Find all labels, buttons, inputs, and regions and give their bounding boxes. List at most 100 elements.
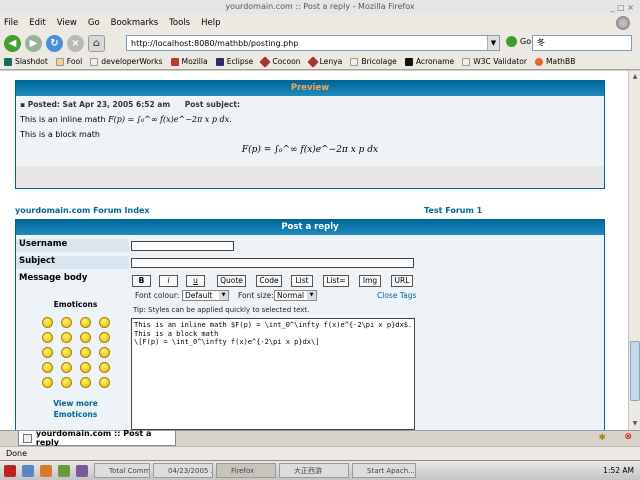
bookmark-mathbb[interactable]: MathBB [534, 57, 575, 66]
search-input[interactable]: 冬 [532, 35, 632, 51]
url-field[interactable]: http://localhost:8080/mathbb/posting.php… [126, 35, 500, 51]
quicklaunch-icon[interactable] [40, 464, 52, 477]
close-tags-link[interactable]: Close Tags [377, 291, 416, 300]
reply-form-header: Post a reply [16, 220, 604, 235]
menu-view[interactable]: View [57, 18, 77, 28]
mad-emoticon-icon[interactable] [60, 347, 72, 358]
task-start-apache[interactable]: Start Apach... [352, 463, 416, 478]
clock: 1:52 AM [603, 466, 634, 475]
bookmark-bricolage[interactable]: Bricolage [350, 57, 397, 66]
back-button[interactable]: ◀ [4, 34, 21, 52]
font-size-value: Normal [277, 291, 305, 300]
mozilla-icon [170, 57, 179, 66]
grin-emoticon-icon[interactable] [98, 317, 110, 328]
code-button[interactable]: Code [256, 275, 282, 287]
img-button[interactable]: Img [359, 275, 381, 287]
reload-button[interactable]: ↻ [46, 34, 63, 52]
url-dropdown-icon[interactable]: ▼ [487, 36, 499, 50]
font-colour-value: Default [185, 291, 213, 300]
go-button[interactable]: Go [506, 36, 531, 47]
bookmark-fool[interactable]: Fool [55, 57, 82, 66]
bookmark-cocoon[interactable]: Cocoon [259, 55, 301, 68]
view-more-emoticons-link[interactable]: View more Emoticons [28, 398, 123, 420]
question-emoticon-icon[interactable] [60, 377, 72, 388]
emoticon-row [28, 330, 123, 345]
cry-emoticon-icon[interactable] [41, 362, 53, 373]
post-subject-label: Post subject: [184, 100, 240, 109]
task-chinese-window[interactable]: 大正西游 [279, 463, 349, 478]
username-field[interactable] [131, 241, 234, 251]
scroll-up-icon[interactable]: ▲ [630, 72, 640, 82]
list-button[interactable]: List [291, 275, 313, 287]
menu-file[interactable]: File [4, 18, 18, 28]
razz-emoticon-icon[interactable] [79, 347, 91, 358]
test-forum-link[interactable]: Test Forum 1 [424, 206, 482, 215]
bookmark-mozilla[interactable]: Mozilla [170, 57, 208, 66]
bookmark-page-icon [55, 57, 64, 66]
exclaim-emoticon-icon[interactable] [41, 377, 53, 388]
shocked-emoticon-icon[interactable] [60, 332, 72, 343]
bookmark-slashdot[interactable]: Slashdot [4, 57, 48, 66]
menu-bookmarks[interactable]: Bookmarks [111, 18, 159, 28]
task-total-commander[interactable]: Total Comm... [94, 463, 150, 478]
menu-go[interactable]: Go [88, 18, 100, 28]
task-firefox[interactable]: Firefox [216, 463, 276, 478]
stop-button[interactable]: × [67, 34, 84, 52]
happy-emoticon-icon[interactable] [79, 317, 91, 328]
home-button[interactable]: ⌂ [88, 34, 105, 52]
surprised-emoticon-icon[interactable] [41, 332, 53, 343]
close-tab-icon[interactable]: ⊗ [624, 432, 632, 442]
twisted-emoticon-icon[interactable] [79, 362, 91, 373]
underline-button[interactable]: u [186, 275, 205, 287]
bookmark-page-icon [462, 57, 471, 66]
quicklaunch-icon[interactable] [58, 464, 70, 477]
quote-button[interactable]: Quote [217, 275, 246, 287]
bookmark-acroname[interactable]: Acroname [404, 57, 454, 66]
evil-emoticon-icon[interactable] [60, 362, 72, 373]
scroll-down-icon[interactable]: ▼ [630, 419, 640, 429]
reply-form: Post a reply Username Subject Message bo… [15, 219, 605, 430]
bookmark-eclipse[interactable]: Eclipse [215, 57, 253, 66]
font-colour-select[interactable]: Default ▼ [182, 290, 229, 301]
window-controls[interactable]: _ □ × [611, 1, 634, 15]
italic-button[interactable]: i [159, 275, 178, 287]
biggrin-emoticon-icon[interactable] [60, 317, 72, 328]
font-size-select[interactable]: Normal ▼ [274, 290, 317, 301]
message-textarea[interactable]: This is an inline math $F(p) = \int_0^\i… [131, 318, 415, 430]
url-button[interactable]: URL [391, 275, 413, 287]
breadcrumb: yourdomain.com Forum Index Test Forum 1 [15, 206, 605, 215]
start-icon[interactable] [4, 464, 16, 477]
emoticons-panel: Emoticons View more Emoticons [28, 300, 123, 420]
quicklaunch-icon[interactable] [76, 464, 88, 477]
bold-button[interactable]: B [132, 275, 151, 287]
bookmark-w3c-validator[interactable]: W3C Validator [462, 57, 527, 66]
lol-emoticon-icon[interactable] [41, 347, 53, 358]
menu-help[interactable]: Help [201, 18, 220, 28]
extension-icon[interactable]: ✱ [598, 433, 606, 443]
tab-post-a-reply[interactable]: yourdomain.com :: Post a reply [18, 429, 176, 447]
forum-index-link[interactable]: yourdomain.com Forum Index [15, 206, 150, 215]
quicklaunch-icon[interactable] [22, 464, 34, 477]
embarrassed-emoticon-icon[interactable] [98, 347, 110, 358]
window-title: yourdomain.com :: Post a reply - Mozilla… [225, 2, 415, 11]
task-date-window[interactable]: 04/23/2005 ... [153, 463, 213, 478]
forward-button[interactable]: ▶ [25, 34, 42, 52]
bookmark-developerworks[interactable]: developerWorks [90, 57, 163, 66]
scrollbar-thumb[interactable] [630, 341, 640, 401]
confused-emoticon-icon[interactable] [79, 332, 91, 343]
emoticon-row [28, 360, 123, 375]
idea-emoticon-icon[interactable] [79, 377, 91, 388]
cool-emoticon-icon[interactable] [98, 332, 110, 343]
smile-emoticon-icon[interactable] [41, 317, 53, 328]
subject-field[interactable] [131, 258, 414, 268]
list-numbered-button[interactable]: List= [323, 275, 349, 287]
throbber-icon [616, 16, 630, 30]
rolleyes-emoticon-icon[interactable] [98, 362, 110, 373]
arrow-emoticon-icon[interactable] [98, 377, 110, 388]
bookmark-lenya[interactable]: Lenya [306, 55, 342, 68]
vertical-scrollbar[interactable]: ▲ ▼ [628, 71, 640, 430]
menu-tools[interactable]: Tools [169, 18, 190, 28]
menu-edit[interactable]: Edit [29, 18, 45, 28]
emoticon-row [28, 315, 123, 330]
preview-body: ▪ Posted: Sat Apr 23, 2005 6:52 am Post … [16, 96, 604, 166]
